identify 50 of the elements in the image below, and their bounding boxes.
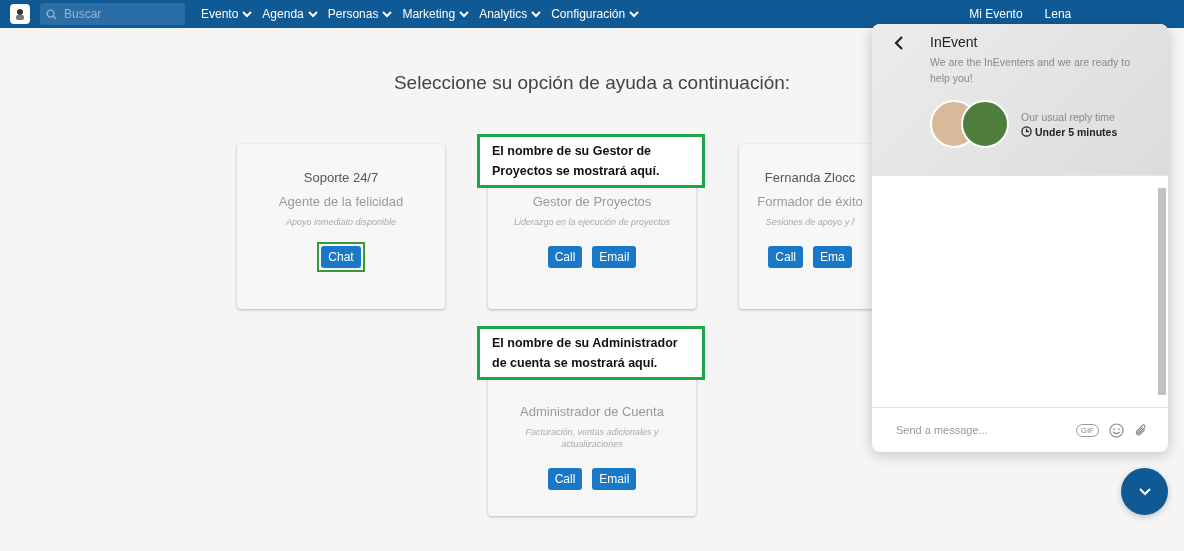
nav-menu[interactable]: Configuración <box>551 7 640 21</box>
card-subtitle: Formador de éxito <box>757 194 863 209</box>
contact-button[interactable]: Ema <box>813 246 852 268</box>
nav-menu[interactable]: Personas <box>327 7 393 21</box>
emoji-icon[interactable] <box>1109 422 1124 438</box>
caret-icon <box>242 10 253 18</box>
callout-note: El nombre de su Administrador de cuenta se mostrará aquí. <box>477 326 705 380</box>
contact-button[interactable]: Call <box>547 246 583 268</box>
contact-button[interactable]: Call <box>768 246 803 268</box>
search-input[interactable]: Buscar <box>62 6 176 22</box>
reply-time: Under 5 minutes <box>1035 125 1118 138</box>
scrollbar[interactable] <box>1158 188 1166 395</box>
caret-icon <box>307 10 318 18</box>
card-title: Fernanda Zlocc <box>764 170 856 187</box>
nav-menu[interactable]: Analytics <box>479 7 542 21</box>
contact-button[interactable]: Call <box>547 468 583 490</box>
contact-button[interactable]: Email <box>592 468 637 490</box>
collapse-chat-button[interactable] <box>1121 468 1168 515</box>
caret-icon <box>459 10 470 18</box>
chat-intro: We are the InEventers and we are ready to help you! <box>930 55 1131 86</box>
caret-icon <box>629 10 640 18</box>
reply-label: Our usual reply time <box>1021 110 1116 123</box>
card-description: Facturación, ventas adicionales y actualizaciones <box>524 426 660 450</box>
paperclip-icon[interactable] <box>1134 422 1148 438</box>
nav-menu[interactable]: Evento <box>201 7 253 21</box>
page-heading: Seleccione su opción de ayuda a continuación: <box>393 72 791 94</box>
contact-button[interactable]: Chat <box>321 246 361 268</box>
user-menu[interactable]: Mi Evento <box>969 7 1023 21</box>
card-title: Soporte 24/7 <box>303 170 379 187</box>
back-icon[interactable] <box>894 36 904 50</box>
clock-icon <box>1021 126 1032 137</box>
caret-icon <box>531 10 542 18</box>
nav-menu[interactable]: Agenda <box>262 7 318 21</box>
caret-icon <box>382 10 393 18</box>
contact-button[interactable]: Email <box>592 246 637 268</box>
search-field[interactable]: Buscar <box>40 3 185 25</box>
card-description: Sesiones de apoyo y f <box>765 216 855 228</box>
card-description: Apoyo inmediato disponible <box>285 216 397 228</box>
chat-title: InEvent <box>930 34 979 50</box>
logo-icon[interactable] <box>10 4 30 24</box>
chevron-icon <box>1138 487 1151 496</box>
user-menu[interactable]: Lena <box>1044 7 1072 21</box>
avatar <box>961 100 1009 148</box>
card-subtitle: Gestor de Proyectos <box>532 194 652 209</box>
callout-note: El nombre de su Gestor de Proyectos se mostrará aquí. <box>477 134 705 188</box>
card-subtitle: Agente de la felicidad <box>278 194 404 209</box>
search-icon <box>46 8 57 20</box>
nav-menu[interactable]: Marketing <box>402 7 470 21</box>
card-subtitle: Administrador de Cuenta <box>520 404 664 419</box>
card-description: Liderazgo en la ejecución de proyectos <box>513 216 671 228</box>
